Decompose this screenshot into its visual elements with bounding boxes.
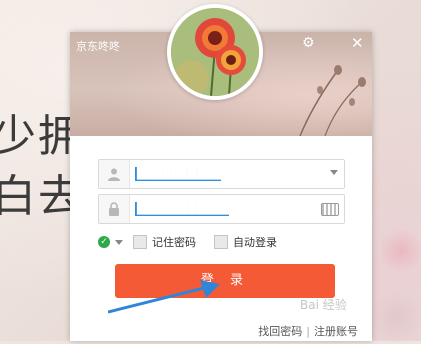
remember-password-checkbox[interactable] (133, 235, 147, 249)
keyboard-icon[interactable] (321, 203, 339, 216)
avatar-image (171, 8, 259, 96)
find-password-link[interactable]: 找回密码 (258, 325, 302, 338)
gear-icon[interactable]: ⚙ (302, 35, 315, 51)
lock-icon (99, 195, 130, 223)
annotation-arrow-icon (108, 280, 220, 314)
online-status-icon[interactable]: ✓ (98, 236, 110, 248)
flower-picture (171, 8, 259, 96)
password-field[interactable]: ████████████ (98, 194, 345, 224)
watermark: Bai 经验 (300, 298, 347, 312)
footer-links: 找回密码 | 注册账号 (258, 323, 358, 339)
user-icon (99, 160, 130, 188)
auto-login-label[interactable]: 自动登录 (233, 234, 277, 250)
password-value[interactable]: ████████████ (135, 202, 229, 216)
footer-separator: | (306, 325, 310, 338)
account-value[interactable]: ████████████ (135, 167, 221, 181)
register-link[interactable]: 注册账号 (314, 325, 358, 338)
status-dropdown-icon[interactable] (115, 240, 123, 245)
account-field[interactable]: ████████████ (98, 159, 345, 189)
background-petal (378, 228, 421, 274)
auto-login-checkbox[interactable] (214, 235, 228, 249)
close-icon[interactable]: ✕ (351, 35, 364, 51)
remember-password-label[interactable]: 记住密码 (152, 234, 196, 250)
avatar[interactable] (167, 4, 263, 100)
app-title: 京东咚咚 (76, 40, 120, 53)
chevron-down-icon[interactable] (330, 170, 338, 175)
background-petal (370, 290, 421, 344)
